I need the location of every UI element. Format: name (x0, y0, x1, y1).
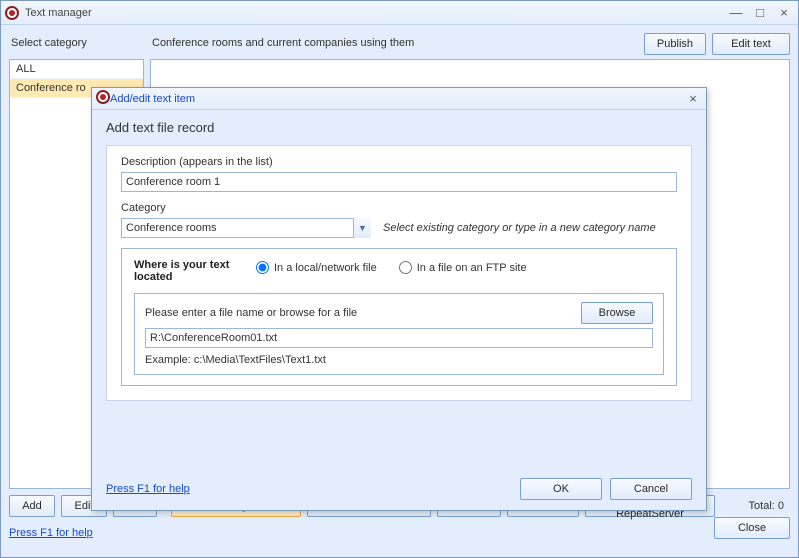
window-title: Text manager (25, 7, 726, 19)
maximize-button[interactable]: □ (750, 5, 770, 21)
add-category-button[interactable]: Add (9, 495, 55, 517)
location-heading: Where is your text located (134, 259, 244, 283)
app-icon (96, 90, 110, 107)
browse-button[interactable]: Browse (581, 302, 653, 324)
description-label: Description (appears in the list) (121, 156, 677, 168)
location-local-option[interactable]: In a local/network file (256, 261, 377, 274)
location-local-radio[interactable] (256, 261, 269, 274)
text-manager-window: Text manager — □ × Select category Confe… (0, 0, 799, 558)
help-link[interactable]: Press F1 for help (9, 527, 93, 539)
ok-button[interactable]: OK (520, 478, 602, 500)
minimize-button[interactable]: — (726, 5, 746, 21)
app-icon (5, 6, 19, 20)
edit-text-button[interactable]: Edit text (712, 33, 790, 55)
dialog-title: Add/edit text item (110, 93, 684, 105)
publish-button[interactable]: Publish (644, 33, 706, 55)
file-label: Please enter a file name or browse for a… (145, 307, 581, 319)
category-hint: Select existing category or type in a ne… (383, 222, 656, 234)
location-ftp-label: In a file on an FTP site (417, 262, 527, 274)
dialog-form: Description (appears in the list) Catego… (106, 145, 692, 401)
file-example-label: Example: c:\Media\TextFiles\Text1.txt (145, 354, 653, 366)
location-ftp-option[interactable]: In a file on an FTP site (399, 261, 527, 274)
titlebar: Text manager — □ × (1, 1, 798, 25)
dialog-close-button[interactable]: × (684, 92, 702, 106)
total-count-label: Total: 0 (749, 500, 790, 512)
cancel-button[interactable]: Cancel (610, 478, 692, 500)
dialog-heading: Add text file record (106, 120, 692, 135)
category-input[interactable] (121, 218, 371, 238)
category-label: Category (121, 202, 677, 214)
category-select[interactable]: ▼ (121, 218, 371, 238)
add-edit-text-item-dialog: Add/edit text item × Add text file recor… (91, 87, 707, 511)
file-path-input[interactable] (145, 328, 653, 348)
category-item-all[interactable]: ALL (10, 60, 143, 79)
dialog-help-link[interactable]: Press F1 for help (106, 483, 190, 495)
location-ftp-radio[interactable] (399, 261, 412, 274)
close-button[interactable]: Close (714, 517, 790, 539)
location-local-label: In a local/network file (274, 262, 377, 274)
dropdown-caret-icon[interactable]: ▼ (353, 218, 371, 238)
description-input[interactable] (121, 172, 677, 192)
location-group: Where is your text located In a local/ne… (121, 248, 677, 386)
close-window-button[interactable]: × (774, 5, 794, 21)
selected-detail-label: Conference rooms and current companies u… (150, 33, 638, 53)
dialog-titlebar: Add/edit text item × (92, 88, 706, 110)
file-group: Please enter a file name or browse for a… (134, 293, 664, 375)
select-category-label: Select category (9, 33, 144, 53)
